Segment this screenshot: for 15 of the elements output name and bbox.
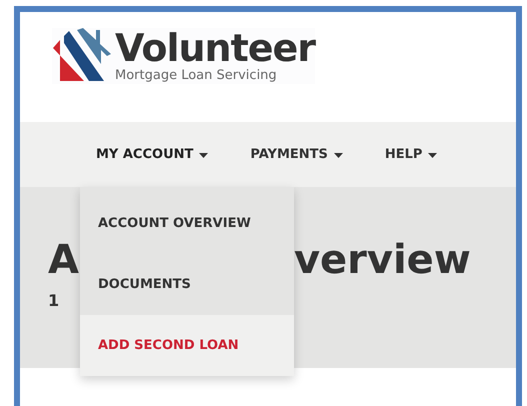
page-title: A: [48, 236, 79, 285]
dropdown-item[interactable]: ADD SECOND LOAN: [80, 315, 294, 376]
caret-icon: [334, 153, 343, 158]
dropdown-item[interactable]: DOCUMENTS: [80, 254, 294, 315]
page-title: verview: [294, 236, 471, 285]
account-number: 1: [48, 290, 60, 312]
dropdown-item[interactable]: ACCOUNT OVERVIEW: [80, 193, 294, 254]
nav-menu-item[interactable]: MY ACCOUNT: [96, 144, 208, 164]
logo-tagline: Mortgage Loan Servicing: [115, 68, 278, 84]
caret-icon: [199, 153, 208, 158]
nav-menu-item[interactable]: HELP: [384, 144, 438, 164]
caret-icon: [428, 153, 438, 158]
house-logo-icon: [52, 28, 112, 84]
logo-wordmark: Volunteer: [115, 28, 316, 68]
nav-menu-item[interactable]: PAYMENTS: [250, 144, 343, 164]
